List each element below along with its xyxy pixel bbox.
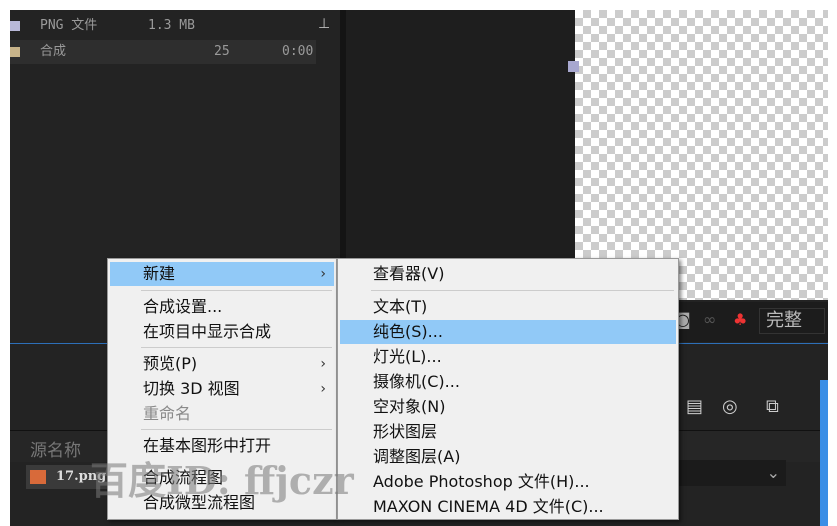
- menu-item-comp-settings[interactable]: 合成设置...: [110, 295, 334, 319]
- item-fps: 25: [214, 44, 230, 59]
- item-name: PNG 文件: [40, 18, 98, 33]
- watermark: 百度ID: ffjczr: [90, 458, 354, 503]
- item-size: 1.3 MB: [148, 18, 195, 33]
- project-item-png[interactable]: PNG 文件 1.3 MB: [10, 14, 316, 38]
- item-duration: 0:00: [282, 44, 314, 59]
- menu-item-switch-3d-view[interactable]: 切换 3D 视图 ›: [110, 377, 334, 401]
- chevron-right-icon: ›: [320, 381, 326, 397]
- label-color-swatch: [10, 21, 20, 31]
- anchor-handle[interactable]: [568, 61, 579, 72]
- menu-item-new[interactable]: 新建 ›: [110, 262, 334, 286]
- menu-item-preview[interactable]: 预览(P) ›: [110, 352, 334, 376]
- flowchart-icon[interactable]: ⊥: [318, 16, 330, 32]
- submenu-item-light[interactable]: 灯光(L)...: [340, 345, 676, 369]
- submenu-item-camera[interactable]: 摄像机(C)...: [340, 370, 676, 394]
- composition-viewer: [346, 10, 575, 300]
- submenu-item-text[interactable]: 文本(T): [340, 295, 676, 319]
- submenu-item-viewer[interactable]: 查看器(V): [340, 262, 676, 286]
- scroll-handle[interactable]: [820, 380, 828, 526]
- chevron-right-icon: ›: [320, 356, 326, 372]
- submenu-item-shape-layer[interactable]: 形状图层: [340, 420, 676, 444]
- item-name: 合成: [40, 44, 67, 59]
- image-icon: [30, 470, 46, 484]
- submenu-item-null-object[interactable]: 空对象(N): [340, 395, 676, 419]
- motion-blur-icon[interactable]: ◎: [722, 396, 738, 417]
- new-submenu: 查看器(V) 文本(T) 纯色(S)... 灯光(L)... 摄像机(C)...…: [337, 258, 679, 520]
- submenu-item-solid[interactable]: 纯色(S)...: [340, 320, 676, 344]
- submenu-item-adjustment-layer[interactable]: 调整图层(A): [340, 445, 676, 469]
- resolution-dropdown[interactable]: 完整: [759, 308, 825, 334]
- project-item-comp[interactable]: 合成 25 0:00: [10, 40, 316, 64]
- submenu-item-cinema4d-file[interactable]: MAXON CINEMA 4D 文件(C)...: [340, 495, 676, 519]
- menu-item-reveal-in-project[interactable]: 在项目中显示合成: [110, 320, 334, 344]
- submenu-item-photoshop-file[interactable]: Adobe Photoshop 文件(H)...: [340, 470, 676, 494]
- column-source-name[interactable]: 源名称: [30, 436, 81, 461]
- comp-flowchart-icon[interactable]: ▤: [686, 396, 703, 417]
- label-color-swatch: [10, 47, 20, 57]
- chevron-right-icon: ›: [320, 266, 326, 282]
- graph-editor-icon[interactable]: ⧉: [766, 396, 779, 417]
- show-channel-icon[interactable]: ∞: [703, 310, 716, 329]
- menu-item-rename: 重命名: [143, 404, 192, 423]
- color-channels-icon[interactable]: ♣: [733, 310, 747, 329]
